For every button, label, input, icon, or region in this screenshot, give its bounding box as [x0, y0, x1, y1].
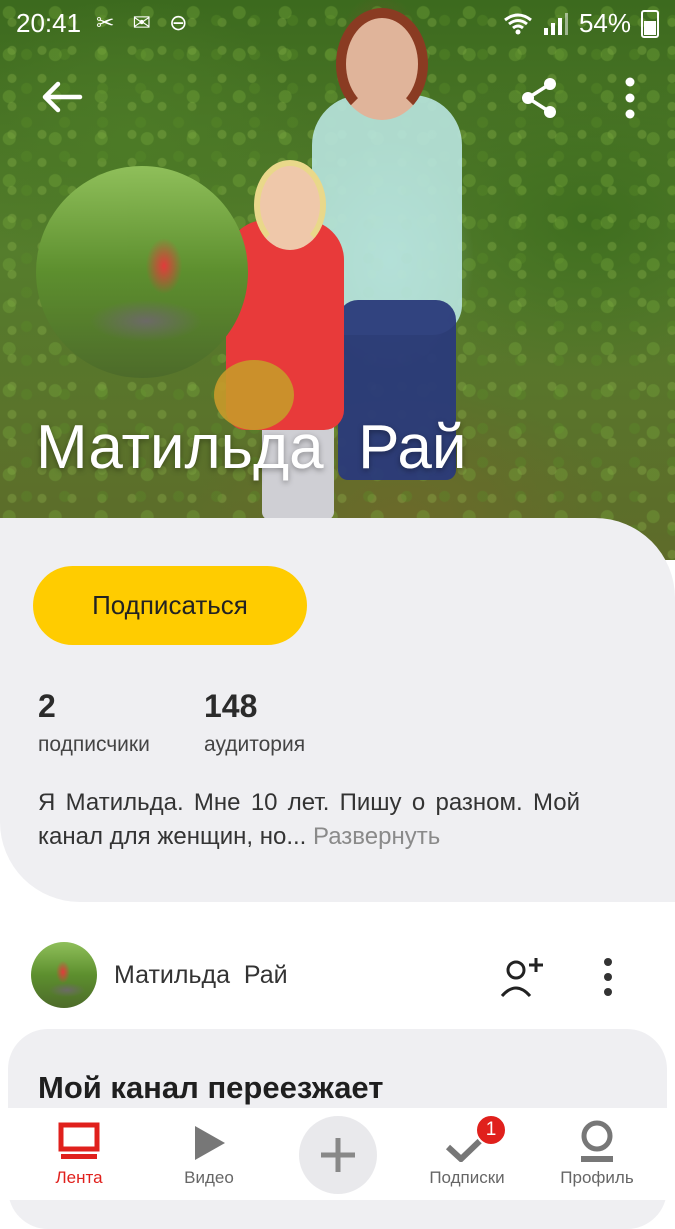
more-vertical-icon[interactable]	[610, 74, 650, 122]
audience-count: 148	[204, 688, 258, 724]
subscribers-count: 2	[38, 688, 56, 724]
audience-label: аудитория	[204, 733, 306, 756]
tab-video[interactable]: Видео	[149, 1110, 269, 1194]
tab-video-label: Видео	[184, 1168, 234, 1187]
tab-profile[interactable]: Профиль	[537, 1110, 657, 1194]
battery-icon	[641, 9, 659, 38]
description-text: Я Матильда. Мне 10 лет. Пишу о разном. М…	[38, 789, 580, 850]
tab-subscriptions-label: Подписки	[429, 1168, 505, 1187]
channel-description: Я Матильда. Мне 10 лет. Пишу о разном. М…	[38, 786, 580, 854]
post-more-icon[interactable]	[594, 956, 622, 1000]
status-bar: 20:41 ✂ ✉ ⊖ 54%	[0, 0, 675, 46]
share-icon[interactable]	[516, 74, 564, 122]
tab-profile-label: Профиль	[560, 1168, 634, 1187]
subscriptions-badge: 1	[475, 1114, 507, 1146]
subscribers-label: подписчики	[38, 733, 150, 756]
back-arrow-icon[interactable]	[38, 72, 88, 122]
profile-icon	[581, 1120, 613, 1162]
subscribe-button[interactable]: Подписаться	[33, 566, 307, 645]
wifi-icon	[504, 13, 532, 34]
expand-link[interactable]: Развернуть	[313, 823, 440, 850]
cover-figure-girl-head	[254, 160, 326, 250]
channel-name: Матильда Рай	[36, 413, 467, 482]
battery-percent: 54%	[578, 8, 631, 38]
post-title[interactable]: Мой канал переезжает	[38, 1070, 383, 1106]
plus-icon	[321, 1138, 355, 1172]
play-icon	[195, 1126, 225, 1160]
add-friend-icon[interactable]	[498, 954, 548, 1000]
author-name[interactable]: Матильда Рай	[114, 961, 288, 990]
create-post-button[interactable]	[299, 1116, 377, 1194]
channel-avatar	[36, 166, 248, 378]
status-right: 54%	[503, 8, 659, 39]
tab-feed-label: Лента	[55, 1168, 103, 1187]
tab-feed[interactable]: Лента	[19, 1110, 139, 1194]
status-time: 20:41	[16, 8, 82, 38]
tab-subscriptions[interactable]: Подписки	[407, 1110, 527, 1194]
feed-icon	[58, 1122, 100, 1159]
author-avatar[interactable]	[31, 942, 97, 1008]
notification-icons: ✂ ✉ ⊖	[96, 10, 194, 35]
signal-icon	[543, 12, 568, 35]
